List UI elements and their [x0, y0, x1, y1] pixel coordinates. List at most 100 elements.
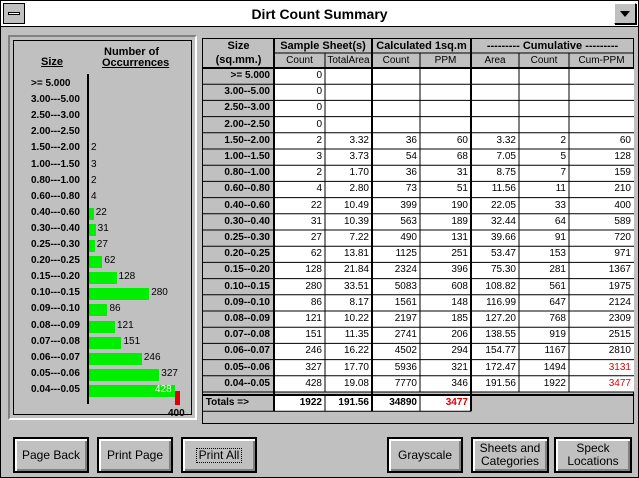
table-cell-ppm: 68 [456, 151, 468, 162]
table-cell-ccount: 2197 [394, 313, 417, 324]
table-cell-count: 128 [305, 264, 322, 276]
speck-locations-button[interactable]: Speck Locations [554, 437, 632, 473]
table-cell-area: 3.73 [349, 151, 369, 162]
table-cell-ppm: 131 [451, 232, 468, 243]
table-cell-count: 0 [316, 102, 322, 114]
table-cell-carea: 191.56 [485, 377, 516, 389]
print-all-button[interactable]: Print All [181, 437, 257, 473]
table-row-size: 0.60--0.80 [224, 183, 270, 195]
histogram-bar [89, 368, 160, 381]
table-cell-carea: 53.47 [490, 248, 516, 260]
histogram-size-label: 0.07---0.08 [31, 335, 80, 347]
table-cell-ppm: 60 [456, 134, 468, 146]
table-cell-cucount [519, 84, 569, 100]
table-cell-carea: 39.66 [490, 232, 516, 243]
table-cell-count: 2 [316, 167, 322, 179]
histogram-bar [89, 336, 122, 349]
table-row-size: 0.05--0.06 [224, 361, 270, 373]
table-cell-carea: 127.20 [485, 313, 516, 324]
print-page-button[interactable]: Print Page [97, 437, 173, 473]
size-unit-header: (sq.mm.) [215, 54, 262, 66]
title-bar[interactable]: Dirt Count Summary [1, 1, 638, 27]
table-cell-cppm [569, 100, 634, 116]
table-cell-carea: 3.32 [496, 134, 516, 146]
histogram-panel: Size Number of Occurrences 400 >= 5.000 3… [8, 35, 197, 420]
summary-table: Size (sq.mm.) Sample Sheet(s) Calculated 1s… [202, 38, 634, 424]
table-cell-cucount: 561 [549, 280, 566, 292]
table-cell-cppm: 2309 [608, 313, 631, 324]
table-cell-cppm: 1975 [608, 280, 631, 292]
histogram-bar [89, 223, 96, 236]
totals-area: 191.56 [338, 397, 369, 408]
table-row-size: 0.06--0.07 [224, 345, 270, 357]
totals-calc-count: 34890 [389, 397, 417, 408]
grayscale-button[interactable]: Grayscale [387, 437, 463, 473]
column-subheader: Area [484, 55, 506, 66]
histogram-size-label: 0.06---0.07 [31, 351, 80, 363]
minimize-icon[interactable] [614, 3, 636, 24]
histogram-bar-value: 428 [155, 383, 172, 395]
table-cell-count: 62 [310, 248, 322, 260]
histogram-bar-value: 121 [117, 319, 134, 331]
column-subheader: Count [530, 55, 558, 66]
table-cell-cppm: 159 [614, 167, 631, 179]
table-cell-count: 428 [305, 377, 322, 389]
table-cell-ccount [372, 84, 420, 100]
histogram-bar [89, 352, 142, 365]
table-cell-count: 86 [310, 296, 322, 308]
table-row-size: 3.00--5.00 [224, 86, 270, 98]
table-cell-cucount: 647 [549, 296, 566, 308]
histogram-size-header: Size [41, 56, 64, 68]
histogram-size-label: >= 5.000 [31, 78, 71, 89]
table-cell-cucount: 153 [549, 248, 566, 260]
table-cell-cucount: 281 [549, 264, 566, 276]
histogram-size-label: 0.40---0.60 [31, 206, 80, 218]
histogram-axis-max: 400 [168, 408, 185, 419]
sheets-and-categories-button[interactable]: Sheets and Categories [471, 437, 549, 473]
table-cell-ccount: 7770 [394, 377, 417, 389]
histogram-bar [89, 207, 94, 220]
table-cell-cucount [519, 117, 569, 133]
table-cell-area: 17.70 [343, 361, 369, 373]
table-cell-count: 246 [305, 345, 322, 357]
table-cell-cppm [569, 117, 634, 133]
table-row-size: 0.80--1.00 [224, 167, 270, 179]
table-row-size: 1.50--2.00 [224, 134, 270, 146]
histogram-bar-value: 2 [91, 174, 97, 186]
table-cell-carea [471, 117, 519, 133]
table-cell-cucount: 64 [554, 215, 566, 227]
table-row-size: 0.08--0.09 [224, 313, 270, 324]
column-subheader: Count [286, 55, 313, 66]
table-row-size: 0.10--0.15 [224, 280, 270, 292]
histogram-size-label: 2.00---2.50 [31, 126, 80, 138]
histogram-bar-value: 86 [109, 303, 121, 315]
table-cell-area: 11.35 [344, 329, 369, 341]
table-cell-ppm: 185 [451, 313, 468, 324]
table-cell-ppm: 148 [451, 296, 468, 308]
table-cell-count: 0 [316, 86, 322, 98]
table-cell-area: 10.39 [343, 215, 369, 227]
sample-sheets-header: Sample Sheet(s) [280, 40, 366, 52]
table-cell-ppm: 346 [451, 377, 468, 389]
table-cell-count: 327 [305, 361, 322, 373]
table-row-size: 0.07--0.08 [224, 329, 270, 341]
table-cell-cppm: 2124 [608, 296, 631, 308]
table-cell-cucount: 7 [560, 167, 566, 179]
histogram-bar-value: 128 [118, 271, 136, 283]
table-cell-area: 33.51 [343, 280, 369, 292]
histogram-bar-value: 246 [143, 351, 161, 363]
table-cell-ccount: 36 [405, 134, 417, 146]
histogram-bar-value: 4 [91, 190, 97, 202]
histogram-size-label: 0.60---0.80 [31, 190, 80, 202]
table-cell-cucount: 919 [549, 329, 566, 341]
table-cell-area: 21.84 [343, 264, 369, 276]
table-cell-cppm: 210 [614, 183, 631, 195]
table-cell-area [325, 68, 372, 84]
table-row-size: >= 5.000 [230, 70, 270, 81]
table-row-size: 1.00--1.50 [224, 151, 270, 162]
page-back-button[interactable]: Page Back [13, 437, 89, 473]
table-cell-ccount: 1561 [394, 296, 417, 308]
table-cell-ccount: 36 [405, 167, 417, 179]
table-cell-cppm [569, 68, 634, 84]
table-cell-carea: 32.44 [490, 215, 516, 227]
